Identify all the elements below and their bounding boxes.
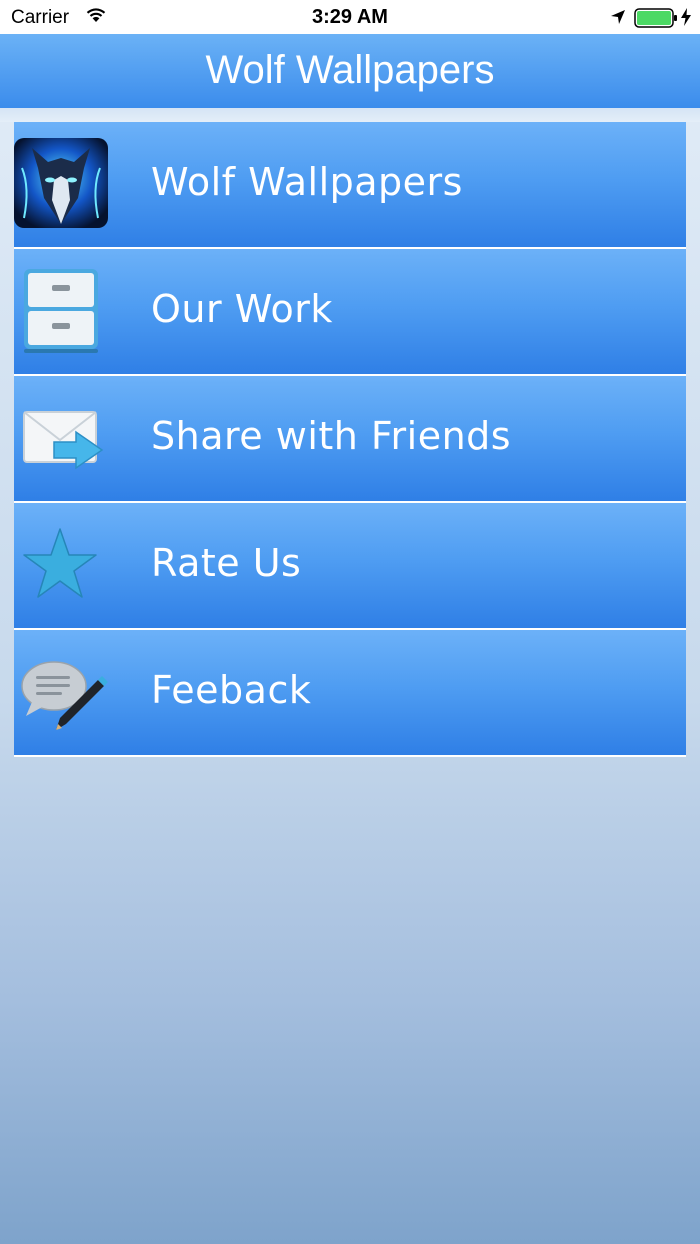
menu-item-label: Wolf Wallpapers	[151, 160, 463, 204]
menu-list: Wolf Wallpapers Our Work Share with Frie…	[14, 122, 686, 757]
menu-item-our-work[interactable]: Our Work	[14, 249, 686, 376]
menu-item-label: Share with Friends	[151, 414, 512, 458]
page-title: Wolf Wallpapers	[205, 48, 495, 92]
clock: 3:29 AM	[312, 6, 388, 28]
chat-pencil-icon	[14, 646, 110, 738]
menu-item-label: Our Work	[151, 287, 333, 331]
location-arrow-icon	[610, 9, 626, 30]
star-icon	[14, 519, 110, 611]
charging-bolt-icon	[681, 8, 691, 31]
navigation-bar: Wolf Wallpapers	[0, 34, 700, 108]
battery-icon	[634, 8, 678, 33]
menu-item-wolf-wallpapers[interactable]: Wolf Wallpapers	[14, 122, 686, 249]
wolf-icon	[14, 138, 110, 230]
mail-forward-icon	[14, 392, 110, 484]
nav-divider	[0, 108, 700, 122]
menu-item-rate-us[interactable]: Rate Us	[14, 503, 686, 630]
menu-item-label: Rate Us	[151, 541, 302, 585]
status-bar: Carrier 3:29 AM	[0, 0, 700, 34]
menu-item-feeback[interactable]: Feeback	[14, 630, 686, 757]
menu-item-share-with-friends[interactable]: Share with Friends	[14, 376, 686, 503]
cabinet-icon	[14, 265, 110, 357]
menu-item-label: Feeback	[151, 668, 312, 712]
